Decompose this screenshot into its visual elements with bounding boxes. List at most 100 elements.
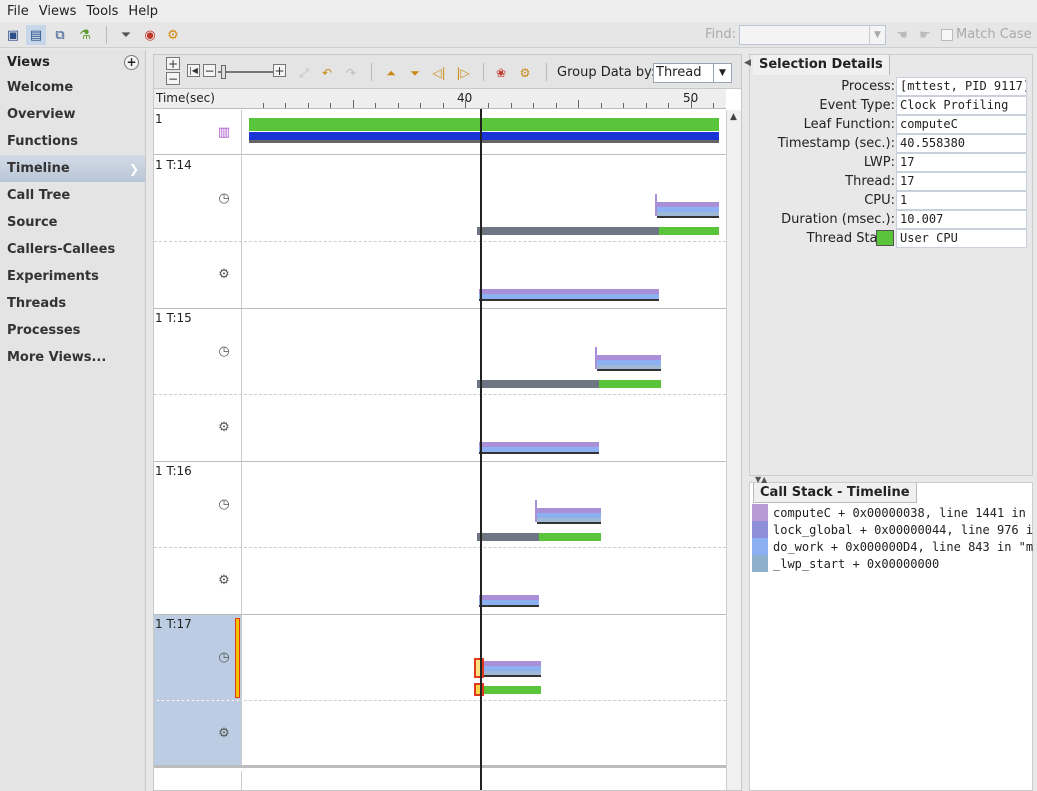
cpu-bar[interactable] (659, 227, 719, 235)
vertical-scrollbar[interactable]: ▲ (726, 110, 741, 790)
view-mode-icon[interactable]: ◉ (140, 25, 160, 45)
axis-tick (398, 103, 399, 108)
chevron-down-icon[interactable]: ▼ (713, 64, 731, 82)
sidebar-item-timeline[interactable]: Timeline ❯ (0, 155, 145, 182)
wait-bar[interactable] (477, 380, 599, 388)
detail-label: Event Type: (819, 98, 895, 113)
sidebar-item-label: Source (7, 215, 58, 230)
sidebar-item-experiments[interactable]: Experiments (0, 263, 145, 290)
scroll-up-icon[interactable]: ▲ (730, 112, 737, 122)
samples-icon: ▥ (217, 124, 231, 140)
row-header: ⚙ (154, 548, 242, 614)
redo-icon[interactable]: ↷ (342, 64, 360, 82)
detail-value[interactable]: 17 (896, 153, 1027, 172)
chevron-right-icon: ❯ (128, 161, 139, 176)
next-event-icon[interactable]: |▷ (454, 64, 472, 82)
save-icon[interactable]: ▣ (3, 25, 23, 45)
cpu-bar[interactable] (599, 380, 661, 388)
zoom-fit-icon[interactable]: ⤢ (295, 64, 313, 82)
sidebar-item-callers-callees[interactable]: Callers-Callees (0, 236, 145, 263)
call-stack-frame[interactable]: _lwp_start + 0x00000000 (752, 555, 1034, 572)
zoom-in-icon[interactable]: + (166, 57, 180, 71)
sidebar-item-source[interactable]: Source (0, 209, 145, 236)
sample-bar[interactable] (249, 132, 719, 140)
sync-bar (479, 299, 659, 301)
profile-application-icon[interactable]: ⚗ (75, 25, 95, 45)
timeline-row-thread[interactable]: 1 T:15 ◷ (154, 309, 726, 395)
sidebar-item-call-tree[interactable]: Call Tree (0, 182, 145, 209)
timeline-row-thread-selected[interactable]: 1 T:17 ◷ (154, 615, 726, 701)
frame-color-swatch (752, 504, 768, 521)
call-stack-frame[interactable]: do_work + 0x000000D4, line 843 in "mt (752, 538, 1034, 555)
row-header: ⚙ (154, 701, 242, 765)
compare-icon[interactable]: ⧉ (50, 25, 70, 45)
zoom-out-icon[interactable]: − (166, 72, 180, 86)
previous-event-icon[interactable]: ◁| (430, 64, 448, 82)
detail-value[interactable]: User CPU (896, 229, 1027, 248)
detail-value[interactable]: 17 (896, 172, 1027, 191)
match-case-label: Match Case (956, 27, 1032, 42)
menu-help[interactable]: Help (123, 4, 163, 19)
detail-value[interactable]: 1 (896, 191, 1027, 210)
checkbox-icon[interactable] (941, 28, 953, 41)
down-arrow-icon[interactable]: ⏷ (406, 64, 424, 82)
sidebar-item-functions[interactable]: Functions (0, 128, 145, 155)
timeline-row-thread[interactable]: 1 T:14 ◷ (154, 156, 726, 242)
sidebar-item-processes[interactable]: Processes (0, 317, 145, 344)
menu-file[interactable]: File (2, 4, 34, 19)
add-view-icon[interactable]: + (124, 54, 139, 70)
sidebar-item-threads[interactable]: Threads (0, 290, 145, 317)
selected-event-highlight[interactable] (474, 658, 484, 678)
cpu-bar[interactable] (249, 118, 719, 131)
detail-value[interactable]: 10.007 (896, 210, 1027, 229)
cpu-bar[interactable] (539, 533, 601, 541)
detail-value[interactable]: [mttest, PID 9117] (896, 77, 1027, 96)
cpu-bar[interactable] (483, 686, 541, 694)
timeline-row-sync-selected[interactable]: ⚙ (154, 701, 726, 768)
collapse-left-icon[interactable]: ◀ (744, 58, 751, 68)
filter-icon[interactable]: ⏷ (116, 25, 136, 45)
timeline-row-process[interactable]: 1 ▥ (154, 110, 726, 155)
call-stack-frame[interactable]: lock_global + 0x00000044, line 976 in (752, 521, 1034, 538)
zoom-reset-icon[interactable]: |◀ (187, 64, 200, 77)
sidebar-item-label: Processes (7, 323, 81, 338)
zoom-slider-track[interactable] (218, 71, 274, 73)
find-previous-icon[interactable]: ☚ (892, 25, 912, 45)
time-cursor-line[interactable] (480, 109, 482, 790)
menu-tools[interactable]: Tools (81, 4, 123, 19)
frame-text: do_work + 0x000000D4, line 843 in "mt (773, 539, 1034, 554)
open-experiment-icon[interactable]: ▤ (26, 25, 46, 45)
color-chooser-icon[interactable]: ❀ (492, 64, 510, 82)
sidebar-item-welcome[interactable]: Welcome (0, 74, 145, 101)
selected-event-highlight[interactable] (474, 683, 484, 696)
wait-bar[interactable] (477, 227, 659, 235)
zoom-plus-icon[interactable]: + (273, 64, 286, 78)
undo-icon[interactable]: ↶ (318, 64, 336, 82)
timeline-row-sync[interactable]: ⚙ (154, 395, 726, 462)
zoom-minus-icon[interactable]: − (203, 64, 216, 78)
chevron-down-icon[interactable]: ▼ (869, 26, 885, 44)
zoom-slider-handle[interactable] (221, 65, 226, 79)
detail-value[interactable]: computeC (896, 115, 1027, 134)
selection-details-title: Selection Details (753, 55, 890, 75)
menu-views[interactable]: Views (34, 4, 82, 19)
thread-state-swatch (876, 230, 894, 246)
sidebar-item-overview[interactable]: Overview (0, 101, 145, 128)
call-stack-frame[interactable]: computeC + 0x00000038, line 1441 in " (752, 504, 1034, 521)
wait-bar[interactable] (477, 533, 539, 541)
detail-row: Leaf Function: computeC (750, 115, 1034, 134)
timeline-settings-icon[interactable]: ⚙ (516, 64, 534, 82)
match-case-checkbox[interactable]: Match Case (941, 27, 1032, 42)
find-next-icon[interactable]: ☛ (915, 25, 935, 45)
detail-value[interactable]: 40.558380 (896, 134, 1027, 153)
up-arrow-icon[interactable]: ⏶ (382, 64, 400, 82)
timeline-row-thread[interactable]: 1 T:16 ◷ (154, 462, 726, 548)
detail-value[interactable]: Clock Profiling (896, 96, 1027, 115)
sidebar-item-label: Overview (7, 107, 76, 122)
group-data-select[interactable]: Thread ▼ (653, 63, 732, 83)
settings-icon[interactable]: ⚙ (163, 25, 183, 45)
timeline-row-sync[interactable]: ⚙ (154, 242, 726, 309)
sidebar-item-more-views[interactable]: More Views... (0, 344, 145, 371)
timeline-row-sync[interactable]: ⚙ (154, 548, 726, 615)
find-input[interactable]: ▼ (739, 25, 886, 45)
